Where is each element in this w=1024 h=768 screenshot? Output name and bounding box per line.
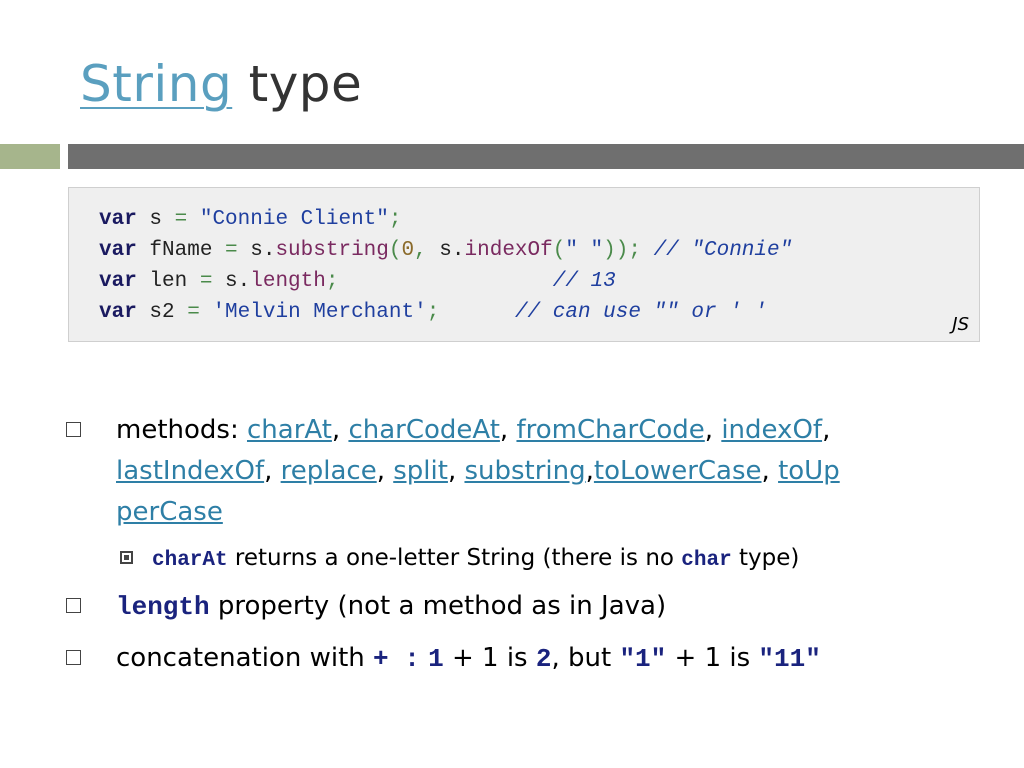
code-language-tag: JS <box>952 314 969 335</box>
subbullet-text-2: type) <box>731 545 800 571</box>
code-token: = <box>225 239 238 262</box>
code-token: " " <box>565 239 604 262</box>
code-length: length <box>116 592 210 622</box>
method-link-fromcharcode[interactable]: fromCharCode <box>516 415 704 445</box>
method-link-percase[interactable]: perCase <box>116 497 223 527</box>
code-token: var <box>99 208 137 231</box>
code-token: substring <box>275 239 389 262</box>
code-line: var len = s.length; // 13 <box>99 266 616 297</box>
bullet-methods: methods: charAt, charCodeAt, fromCharCod… <box>66 410 1006 534</box>
code-token: ( <box>388 239 402 262</box>
code-token: s2 <box>136 301 188 324</box>
code-token: s. <box>237 239 276 262</box>
concat-text-5: + 1 is <box>666 643 759 673</box>
methods-text: methods: <box>116 415 247 445</box>
code-char: char <box>681 549 732 572</box>
code-token: 0 <box>401 239 415 262</box>
code-token: ; <box>426 301 440 324</box>
code-token: 'Melvin Merchant' <box>212 301 427 324</box>
methods-text: , <box>376 456 394 486</box>
method-link-lastindexof[interactable]: lastIndexOf <box>116 456 264 486</box>
code-string-eleven: "11" <box>758 644 821 674</box>
code-string-one: "1" <box>619 644 667 674</box>
code-token: = <box>187 301 200 324</box>
code-token: var <box>99 239 137 262</box>
code-token: = <box>199 270 213 293</box>
title-rest: type <box>232 55 363 113</box>
methods-line-3: perCase <box>116 492 966 533</box>
code-token: length <box>250 270 326 293</box>
method-link-charat[interactable]: charAt <box>247 415 332 445</box>
code-two: 2 <box>535 644 552 674</box>
code-token: var <box>99 301 137 324</box>
bullet-square-icon <box>66 598 81 613</box>
code-token: ; <box>388 208 402 231</box>
method-link-tolowercase[interactable]: toLowerCase <box>594 456 762 486</box>
length-text: property (not a method as in Java) <box>209 591 667 621</box>
code-token: , <box>414 239 427 262</box>
code-line: var s2 = 'Melvin Merchant'; // can use "… <box>99 297 767 328</box>
methods-text: , <box>585 456 594 486</box>
code-token: var <box>99 270 137 293</box>
code-token: fName <box>136 239 226 262</box>
code-token: indexOf <box>464 239 553 262</box>
concat-text-3: + 1 is <box>443 643 536 673</box>
code-line: var fName = s.substring(0, s.indexOf(" "… <box>99 235 792 266</box>
concat-text-4: , but <box>551 643 620 673</box>
title-string-link[interactable]: String <box>80 55 232 113</box>
methods-text: , <box>447 456 465 486</box>
methods-text: , <box>331 415 349 445</box>
title-accent-bar-green <box>0 144 60 169</box>
code-block: var s = "Connie Client"; var fName = s.s… <box>68 187 980 342</box>
bullet-square-icon <box>66 650 81 665</box>
methods-line-1: methods: charAt, charCodeAt, fromCharCod… <box>116 410 966 451</box>
code-token: ( <box>552 239 566 262</box>
method-link-split[interactable]: split <box>393 456 448 486</box>
methods-text: , <box>822 415 831 445</box>
code-token: // can use "" or ' ' <box>514 301 767 324</box>
code-token: ; <box>325 270 339 293</box>
method-link-replace[interactable]: replace <box>281 456 377 486</box>
methods-text: , <box>761 456 779 486</box>
code-token: // "Connie" <box>653 239 793 262</box>
bullet-length: length property (not a method as in Java… <box>66 586 1006 627</box>
bullet-square-icon <box>66 422 81 437</box>
code-token: len <box>136 270 200 293</box>
subbullet-text-1: returns a one-letter String (there is no <box>227 545 682 571</box>
code-token: s. <box>426 239 465 262</box>
code-one: 1 <box>428 644 444 674</box>
concat-text-1: concatenation with <box>116 643 374 673</box>
subbullet-text: charAt returns a one-letter String (ther… <box>152 538 799 581</box>
subbullet-square-icon <box>120 551 133 564</box>
code-line: var s = "Connie Client"; <box>99 204 401 235</box>
code-token: "Connie Client" <box>199 208 389 231</box>
method-link-substring[interactable]: substring <box>464 456 585 486</box>
code-plus-op: + : <box>373 644 420 674</box>
code-charat: charAt <box>152 549 228 572</box>
method-link-indexof[interactable]: indexOf <box>721 415 822 445</box>
methods-text: , <box>499 415 517 445</box>
code-token: // 13 <box>552 270 616 293</box>
code-token: s. <box>212 270 251 293</box>
method-link-charcodeat[interactable]: charCodeAt <box>348 415 499 445</box>
method-link-toup[interactable]: toUp <box>778 456 840 486</box>
slide-title: String type <box>80 52 362 116</box>
title-accent-bar-gray <box>68 144 1024 169</box>
code-token: s <box>136 208 175 231</box>
concat-text-2 <box>420 643 428 673</box>
methods-text: , <box>264 456 281 486</box>
bullet-concatenation: concatenation with + : 1 + 1 is 2, but "… <box>66 638 1006 679</box>
code-token: = <box>174 208 188 231</box>
methods-text: , <box>704 415 722 445</box>
code-token: )); <box>603 239 641 262</box>
methods-line-2: lastIndexOf, replace, split, substring,t… <box>116 451 966 492</box>
